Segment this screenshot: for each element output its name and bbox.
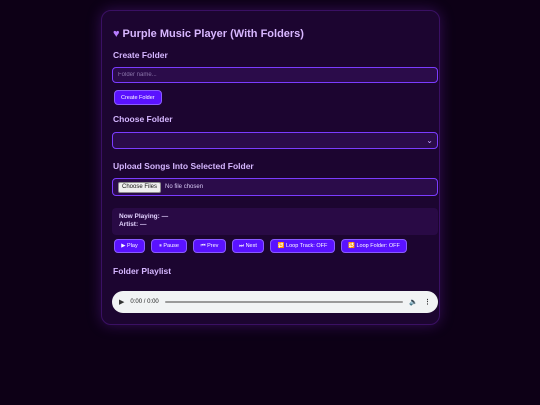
prev-button[interactable]: ⏮ Prev [193,239,226,253]
choose-files-button[interactable]: Choose Files [118,181,162,193]
create-folder-heading: Create Folder [113,50,168,60]
more-options-icon[interactable]: ⋮ [424,299,431,306]
volume-icon[interactable]: 🔈 [409,299,418,306]
purple-heart-icon: ♥ [113,28,120,40]
upload-heading: Upload Songs Into Selected Folder [113,161,254,171]
create-folder-button[interactable]: Create Folder [114,90,162,105]
folder-name-input[interactable] [112,67,438,83]
play-icon[interactable]: ▶ [119,299,124,306]
audio-time: 0:00 / 0:00 [130,299,159,305]
now-playing-text: Now Playing: — [119,213,169,220]
next-button[interactable]: ⏭ Next [232,239,264,253]
playback-controls: ▶ Play ⏸ Pause ⏮ Prev ⏭ Next 🔁 Loop Trac… [114,239,407,253]
chevron-down-icon: ⌄ [426,136,433,145]
file-status: No file chosen [165,184,204,190]
player-panel: ♥ Purple Music Player (With Folders) Crea… [101,10,440,325]
playlist-heading: Folder Playlist [113,266,172,276]
now-playing-box: Now Playing: — Artist: — [112,208,438,235]
audio-player[interactable]: ▶ 0:00 / 0:00 🔈 ⋮ [112,291,438,313]
loop-track-button[interactable]: 🔁 Loop Track: OFF [270,239,335,253]
artist-text: Artist: — [119,221,147,228]
page-title: ♥ Purple Music Player (With Folders) [113,28,304,40]
audio-progress-track[interactable] [164,301,404,303]
play-button[interactable]: ▶ Play [114,239,145,253]
pause-button[interactable]: ⏸ Pause [151,239,187,253]
file-upload-field[interactable]: Choose Files No file chosen [112,178,438,196]
loop-folder-button[interactable]: 🔁 Loop Folder: OFF [341,239,407,253]
folder-select[interactable]: ⌄ [112,132,438,149]
page-title-text: Purple Music Player (With Folders) [122,28,304,40]
choose-folder-heading: Choose Folder [113,114,173,124]
